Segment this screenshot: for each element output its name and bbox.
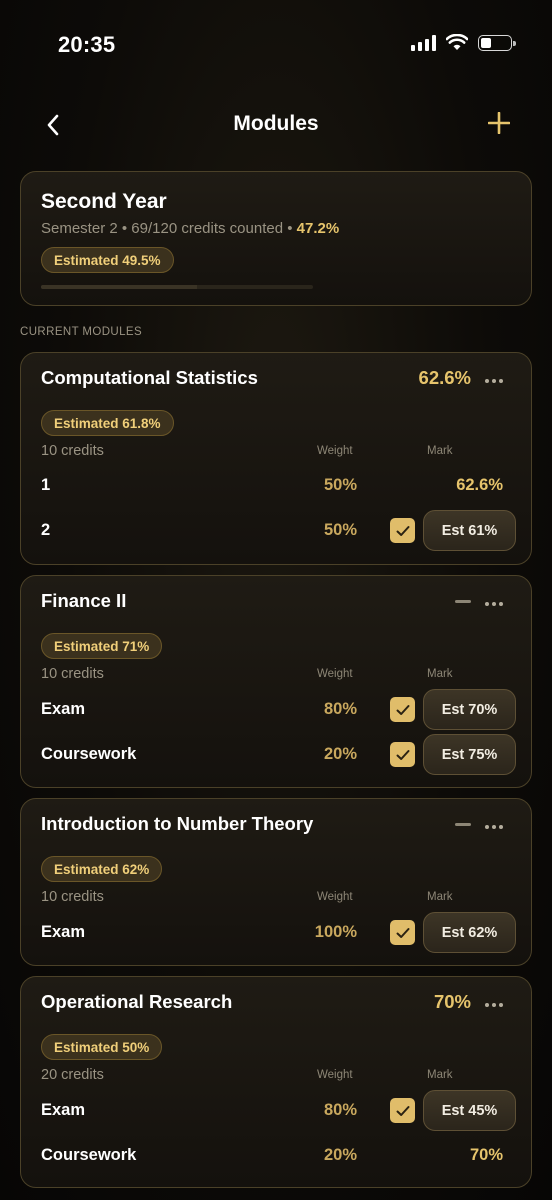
module-credits: 10 credits bbox=[41, 666, 104, 682]
assessment-name: Exam bbox=[41, 700, 86, 718]
status-bar: 20:35 bbox=[0, 0, 552, 90]
include-checkbox[interactable] bbox=[390, 920, 415, 945]
assessment-name: 1 bbox=[41, 476, 51, 494]
year-title: Second Year bbox=[41, 190, 167, 213]
include-checkbox[interactable] bbox=[390, 1098, 415, 1123]
weight-column-header: Weight bbox=[317, 1069, 353, 1081]
assessment-row: Exam 80% Est 45% bbox=[21, 1089, 533, 1133]
battery-icon bbox=[478, 34, 516, 51]
assessment-name: Exam bbox=[41, 1101, 86, 1119]
assessment-name: Exam bbox=[41, 923, 86, 941]
mark-column-header: Mark bbox=[427, 445, 453, 457]
include-checkbox[interactable] bbox=[390, 697, 415, 722]
assessment-weight: 20% bbox=[323, 1146, 357, 1164]
status-icons bbox=[411, 34, 516, 51]
mark-column-header: Mark bbox=[427, 668, 453, 680]
year-progress-fill bbox=[41, 285, 198, 289]
checkmark-icon bbox=[396, 749, 409, 760]
module-estimated-badge: Estimated 71% bbox=[41, 633, 163, 659]
module-estimated-badge: Estimated 62% bbox=[41, 856, 163, 882]
module-card[interactable]: Operational Research 70% Estimated 50% 2… bbox=[20, 976, 532, 1188]
module-card[interactable]: Computational Statistics 62.6% Estimated… bbox=[20, 352, 532, 565]
add-module-button[interactable] bbox=[484, 108, 514, 138]
assessment-row: Coursework 20% Est 75% bbox=[21, 733, 533, 777]
estimated-mark-button[interactable]: Est 75% bbox=[423, 734, 516, 775]
assessment-mark[interactable]: 62.6% bbox=[456, 476, 503, 495]
module-credits: 10 credits bbox=[41, 443, 104, 459]
more-options-icon[interactable] bbox=[485, 1003, 503, 1007]
checkmark-icon bbox=[396, 704, 409, 715]
module-estimated-badge: Estimated 61.8% bbox=[41, 410, 174, 436]
estimated-mark-button[interactable]: Est 70% bbox=[423, 689, 516, 730]
include-checkbox[interactable] bbox=[390, 742, 415, 767]
module-card[interactable]: Introduction to Number Theory Estimated … bbox=[20, 798, 532, 966]
plus-icon bbox=[488, 112, 510, 134]
year-estimated-badge: Estimated 49.5% bbox=[41, 247, 174, 273]
nav-bar: Modules bbox=[0, 100, 552, 150]
year-summary-card[interactable]: Second Year Semester 2 • 69/120 credits … bbox=[20, 171, 532, 306]
section-label: CURRENT MODULES bbox=[20, 326, 143, 338]
estimated-mark-button[interactable]: Est 62% bbox=[423, 912, 516, 953]
assessment-row: Exam 100% Est 62% bbox=[21, 911, 533, 955]
cellular-signal-icon bbox=[411, 34, 436, 51]
year-subtitle: Semester 2 • 69/120 credits counted • 47… bbox=[41, 220, 340, 237]
assessment-row: 1 50% 62.6% bbox=[21, 464, 533, 508]
assessment-name: Coursework bbox=[41, 1146, 137, 1164]
module-credits: 20 credits bbox=[41, 1067, 104, 1083]
module-title: Introduction to Number Theory bbox=[41, 813, 314, 834]
more-options-icon[interactable] bbox=[485, 825, 503, 829]
weight-column-header: Weight bbox=[317, 668, 353, 680]
module-card[interactable]: Finance II Estimated 71% 10 credits Weig… bbox=[20, 575, 532, 788]
module-credits: 10 credits bbox=[41, 889, 104, 905]
assessment-row: Exam 80% Est 70% bbox=[21, 688, 533, 732]
assessment-weight: 80% bbox=[323, 1101, 357, 1119]
collapse-icon[interactable] bbox=[455, 823, 471, 826]
assessment-weight: 100% bbox=[314, 923, 357, 941]
assessment-mark[interactable]: 70% bbox=[470, 1146, 503, 1165]
year-percentage: 47.2% bbox=[296, 220, 340, 237]
assessment-weight: 50% bbox=[323, 476, 357, 494]
checkmark-icon bbox=[396, 1105, 409, 1116]
weight-column-header: Weight bbox=[317, 445, 353, 457]
status-time: 20:35 bbox=[58, 32, 116, 57]
module-estimated-badge: Estimated 50% bbox=[41, 1034, 163, 1060]
more-options-icon[interactable] bbox=[485, 379, 503, 383]
include-checkbox[interactable] bbox=[390, 518, 415, 543]
assessment-weight: 50% bbox=[323, 521, 357, 539]
module-title: Operational Research bbox=[41, 991, 233, 1012]
checkmark-icon bbox=[396, 525, 409, 536]
assessment-name: Coursework bbox=[41, 745, 137, 763]
module-title: Finance II bbox=[41, 590, 127, 611]
assessment-weight: 20% bbox=[323, 745, 357, 763]
more-options-icon[interactable] bbox=[485, 602, 503, 606]
weight-column-header: Weight bbox=[317, 891, 353, 903]
assessment-name: 2 bbox=[41, 521, 51, 539]
mark-column-header: Mark bbox=[427, 1069, 453, 1081]
collapse-icon[interactable] bbox=[455, 600, 471, 603]
checkmark-icon bbox=[396, 927, 409, 938]
module-score: 62.6% bbox=[418, 367, 471, 388]
assessment-row: 2 50% Est 61% bbox=[21, 509, 533, 553]
assessment-weight: 80% bbox=[323, 700, 357, 718]
mark-column-header: Mark bbox=[427, 891, 453, 903]
assessment-row: Coursework 20% 70% bbox=[21, 1134, 533, 1178]
year-progress-bar bbox=[41, 285, 313, 289]
wifi-icon bbox=[446, 34, 468, 50]
module-title: Computational Statistics bbox=[41, 367, 258, 388]
page-title: Modules bbox=[233, 112, 319, 135]
estimated-mark-button[interactable]: Est 61% bbox=[423, 510, 516, 551]
estimated-mark-button[interactable]: Est 45% bbox=[423, 1090, 516, 1131]
module-score: 70% bbox=[433, 991, 471, 1012]
